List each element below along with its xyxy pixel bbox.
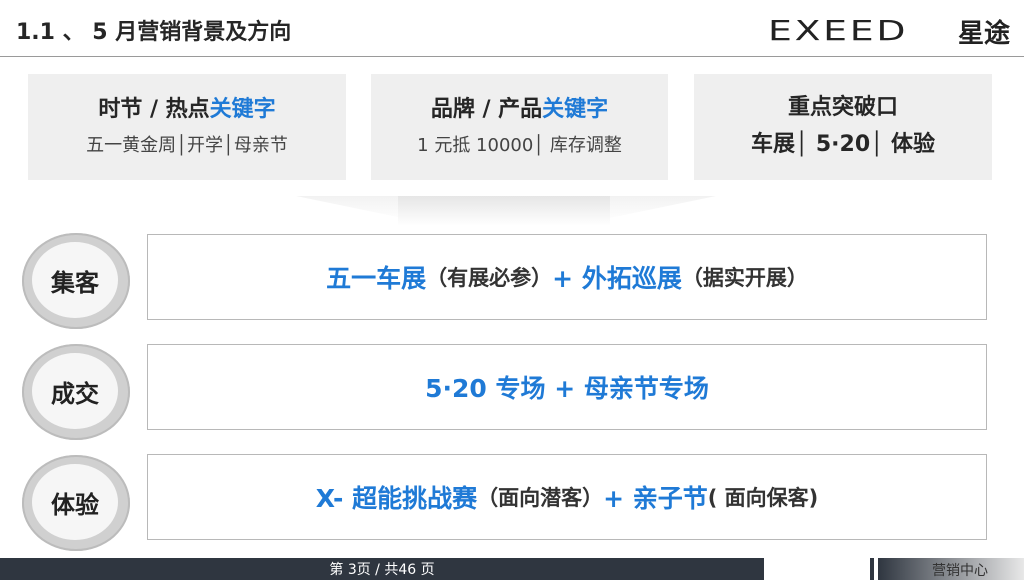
logo-wordmark: EXEED	[768, 13, 909, 47]
logo-chinese: 星途	[957, 19, 1010, 49]
panel-text: + 亲子节	[603, 484, 708, 513]
row-badge-label: 集客	[32, 242, 118, 318]
row-badge-label: 成交	[32, 353, 118, 429]
card-title: 时节 / 热点关键字	[98, 97, 276, 122]
panel-text: + 外拓巡展	[552, 264, 682, 293]
panel-note: （有展必参）	[426, 266, 553, 290]
row-panel-deal: 5·20 专场 + 母亲节专场	[147, 344, 987, 430]
panel-text: 5·20 专场 + 母亲节专场	[425, 374, 709, 403]
card-title: 重点突破口	[787, 95, 898, 120]
card-subtitle: 五一黄金周│开学│母亲节	[86, 135, 288, 156]
footer-bar: 第 3页 / 共46 页	[0, 558, 764, 580]
keyword-card-breakthrough: 重点突破口 车展│ 5·20│ 体验	[694, 74, 992, 180]
panel-text: X- 超能挑战赛	[315, 484, 478, 513]
footer-gap	[764, 558, 870, 580]
page-indicator: 第 3页 / 共46 页	[329, 562, 435, 578]
panel-note: （面向潜客）	[477, 486, 604, 510]
row-panel-experience: X- 超能挑战赛 （面向潜客） + 亲子节 ( 面向保客)	[147, 454, 987, 540]
page-title: 1.1 、 5 月营销背景及方向	[16, 20, 292, 45]
header-divider	[0, 56, 1024, 57]
keyword-card-season: 时节 / 热点关键字 五一黄金周│开学│母亲节	[28, 74, 346, 180]
keyword-card-brand: 品牌 / 产品关键字 1 元抵 10000│ 库存调整	[371, 74, 668, 180]
row-badge-acquire: 集客	[22, 233, 130, 329]
panel-note: ( 面向保客)	[707, 486, 819, 510]
row-panel-acquire: 五一车展 （有展必参） + 外拓巡展 （据实开展）	[147, 234, 987, 320]
card-title: 品牌 / 产品关键字	[430, 97, 609, 122]
department-label: 营销中心	[932, 563, 988, 579]
row-badge-experience: 体验	[22, 455, 130, 551]
card-subtitle: 1 元抵 10000│ 库存调整	[417, 135, 622, 156]
row-badge-label: 体验	[32, 464, 118, 540]
panel-note: （据实开展）	[681, 266, 808, 290]
down-arrow-stem	[398, 196, 610, 226]
footer-accent	[870, 558, 874, 580]
row-badge-deal: 成交	[22, 344, 130, 440]
panel-text: 五一车展	[326, 264, 427, 293]
exeed-logo: EXEED 星途	[768, 12, 1010, 50]
card-subtitle: 车展│ 5·20│ 体验	[750, 132, 936, 157]
